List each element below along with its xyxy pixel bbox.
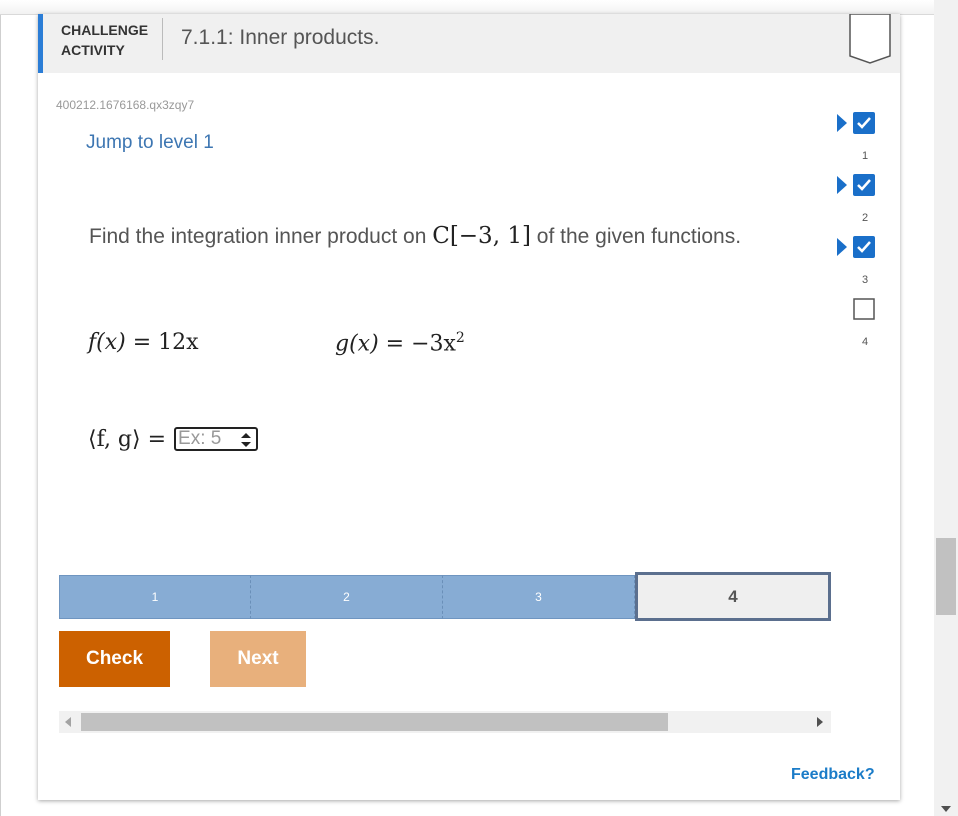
progress-step-3: 3	[837, 236, 880, 296]
progress-step-4: 4	[850, 298, 880, 358]
vertical-scrollbar[interactable]	[934, 0, 958, 816]
activity-id: 400212.1676168.qx3zqy7	[56, 98, 195, 112]
activity-header: CHALLENGE ACTIVITY 7.1.1: Inner products…	[38, 14, 900, 73]
function-g-exponent: 2	[455, 330, 465, 346]
function-g: g(x) = −3x2	[335, 330, 465, 356]
feedback-link[interactable]: Feedback?	[791, 766, 875, 784]
number-spinner-icon[interactable]	[240, 432, 252, 448]
level-selector: 1 2 3 4	[59, 572, 831, 621]
checkmark-icon	[853, 174, 875, 196]
activity-kind-line2: ACTIVITY	[61, 42, 125, 58]
function-f-lhs: f(x)	[88, 330, 126, 355]
progress-step-label: 3	[861, 274, 869, 286]
checkmark-icon	[853, 112, 875, 134]
arrow-right-icon	[837, 176, 847, 194]
function-g-rhs: = −3x	[385, 331, 456, 357]
horizontal-scrollbar[interactable]	[59, 711, 831, 733]
answer-label: ⟨f, g⟩ =	[88, 426, 167, 452]
scroll-down-icon[interactable]	[941, 806, 951, 812]
level-4-tab[interactable]: 4	[635, 572, 831, 621]
vertical-scroll-thumb[interactable]	[936, 538, 956, 615]
function-f-rhs: = 12x	[132, 330, 199, 355]
completion-badge-icon	[849, 14, 891, 64]
activity-title: 7.1.1: Inner products.	[181, 26, 380, 49]
answer-input[interactable]	[176, 429, 235, 449]
prompt-math: C[−3, 1]	[432, 223, 531, 249]
progress-step-label: 4	[861, 336, 869, 348]
answer-row: ⟨f, g⟩ =	[88, 424, 259, 454]
activity-kind-line1: CHALLENGE	[61, 22, 149, 38]
check-button[interactable]: Check	[59, 631, 170, 687]
checkmark-icon	[853, 236, 875, 258]
scroll-right-icon[interactable]	[817, 717, 823, 727]
function-f: f(x) = 12x	[88, 330, 199, 355]
progress-step-label: 2	[861, 212, 869, 224]
problem-prompt: Find the integration inner product on C[…	[89, 223, 741, 249]
prompt-text-before: Find the integration inner product on	[89, 225, 433, 248]
top-bar	[0, 0, 934, 15]
progress-step-label: 1	[861, 150, 869, 162]
next-button[interactable]: Next	[210, 631, 306, 687]
jump-to-level-link[interactable]: Jump to level 1	[86, 132, 214, 154]
level-3-tab[interactable]: 3	[443, 575, 635, 619]
scroll-left-icon[interactable]	[65, 717, 71, 727]
level-2-tab[interactable]: 2	[251, 575, 443, 619]
horizontal-scroll-thumb[interactable]	[81, 713, 668, 731]
prompt-text-after: of the given functions.	[530, 225, 742, 248]
window-edge	[0, 0, 1, 816]
activity-kind: CHALLENGE ACTIVITY	[61, 20, 161, 60]
empty-step-icon	[853, 298, 875, 320]
function-g-lhs: g(x)	[335, 331, 379, 357]
arrow-right-icon	[837, 238, 847, 256]
level-1-tab[interactable]: 1	[59, 575, 251, 619]
answer-field[interactable]	[174, 427, 259, 451]
arrow-right-icon	[837, 114, 847, 132]
progress-step-1: 1	[837, 112, 880, 172]
progress-step-2: 2	[837, 174, 880, 234]
header-divider	[162, 18, 163, 60]
challenge-activity-card: CHALLENGE ACTIVITY 7.1.1: Inner products…	[38, 14, 900, 800]
